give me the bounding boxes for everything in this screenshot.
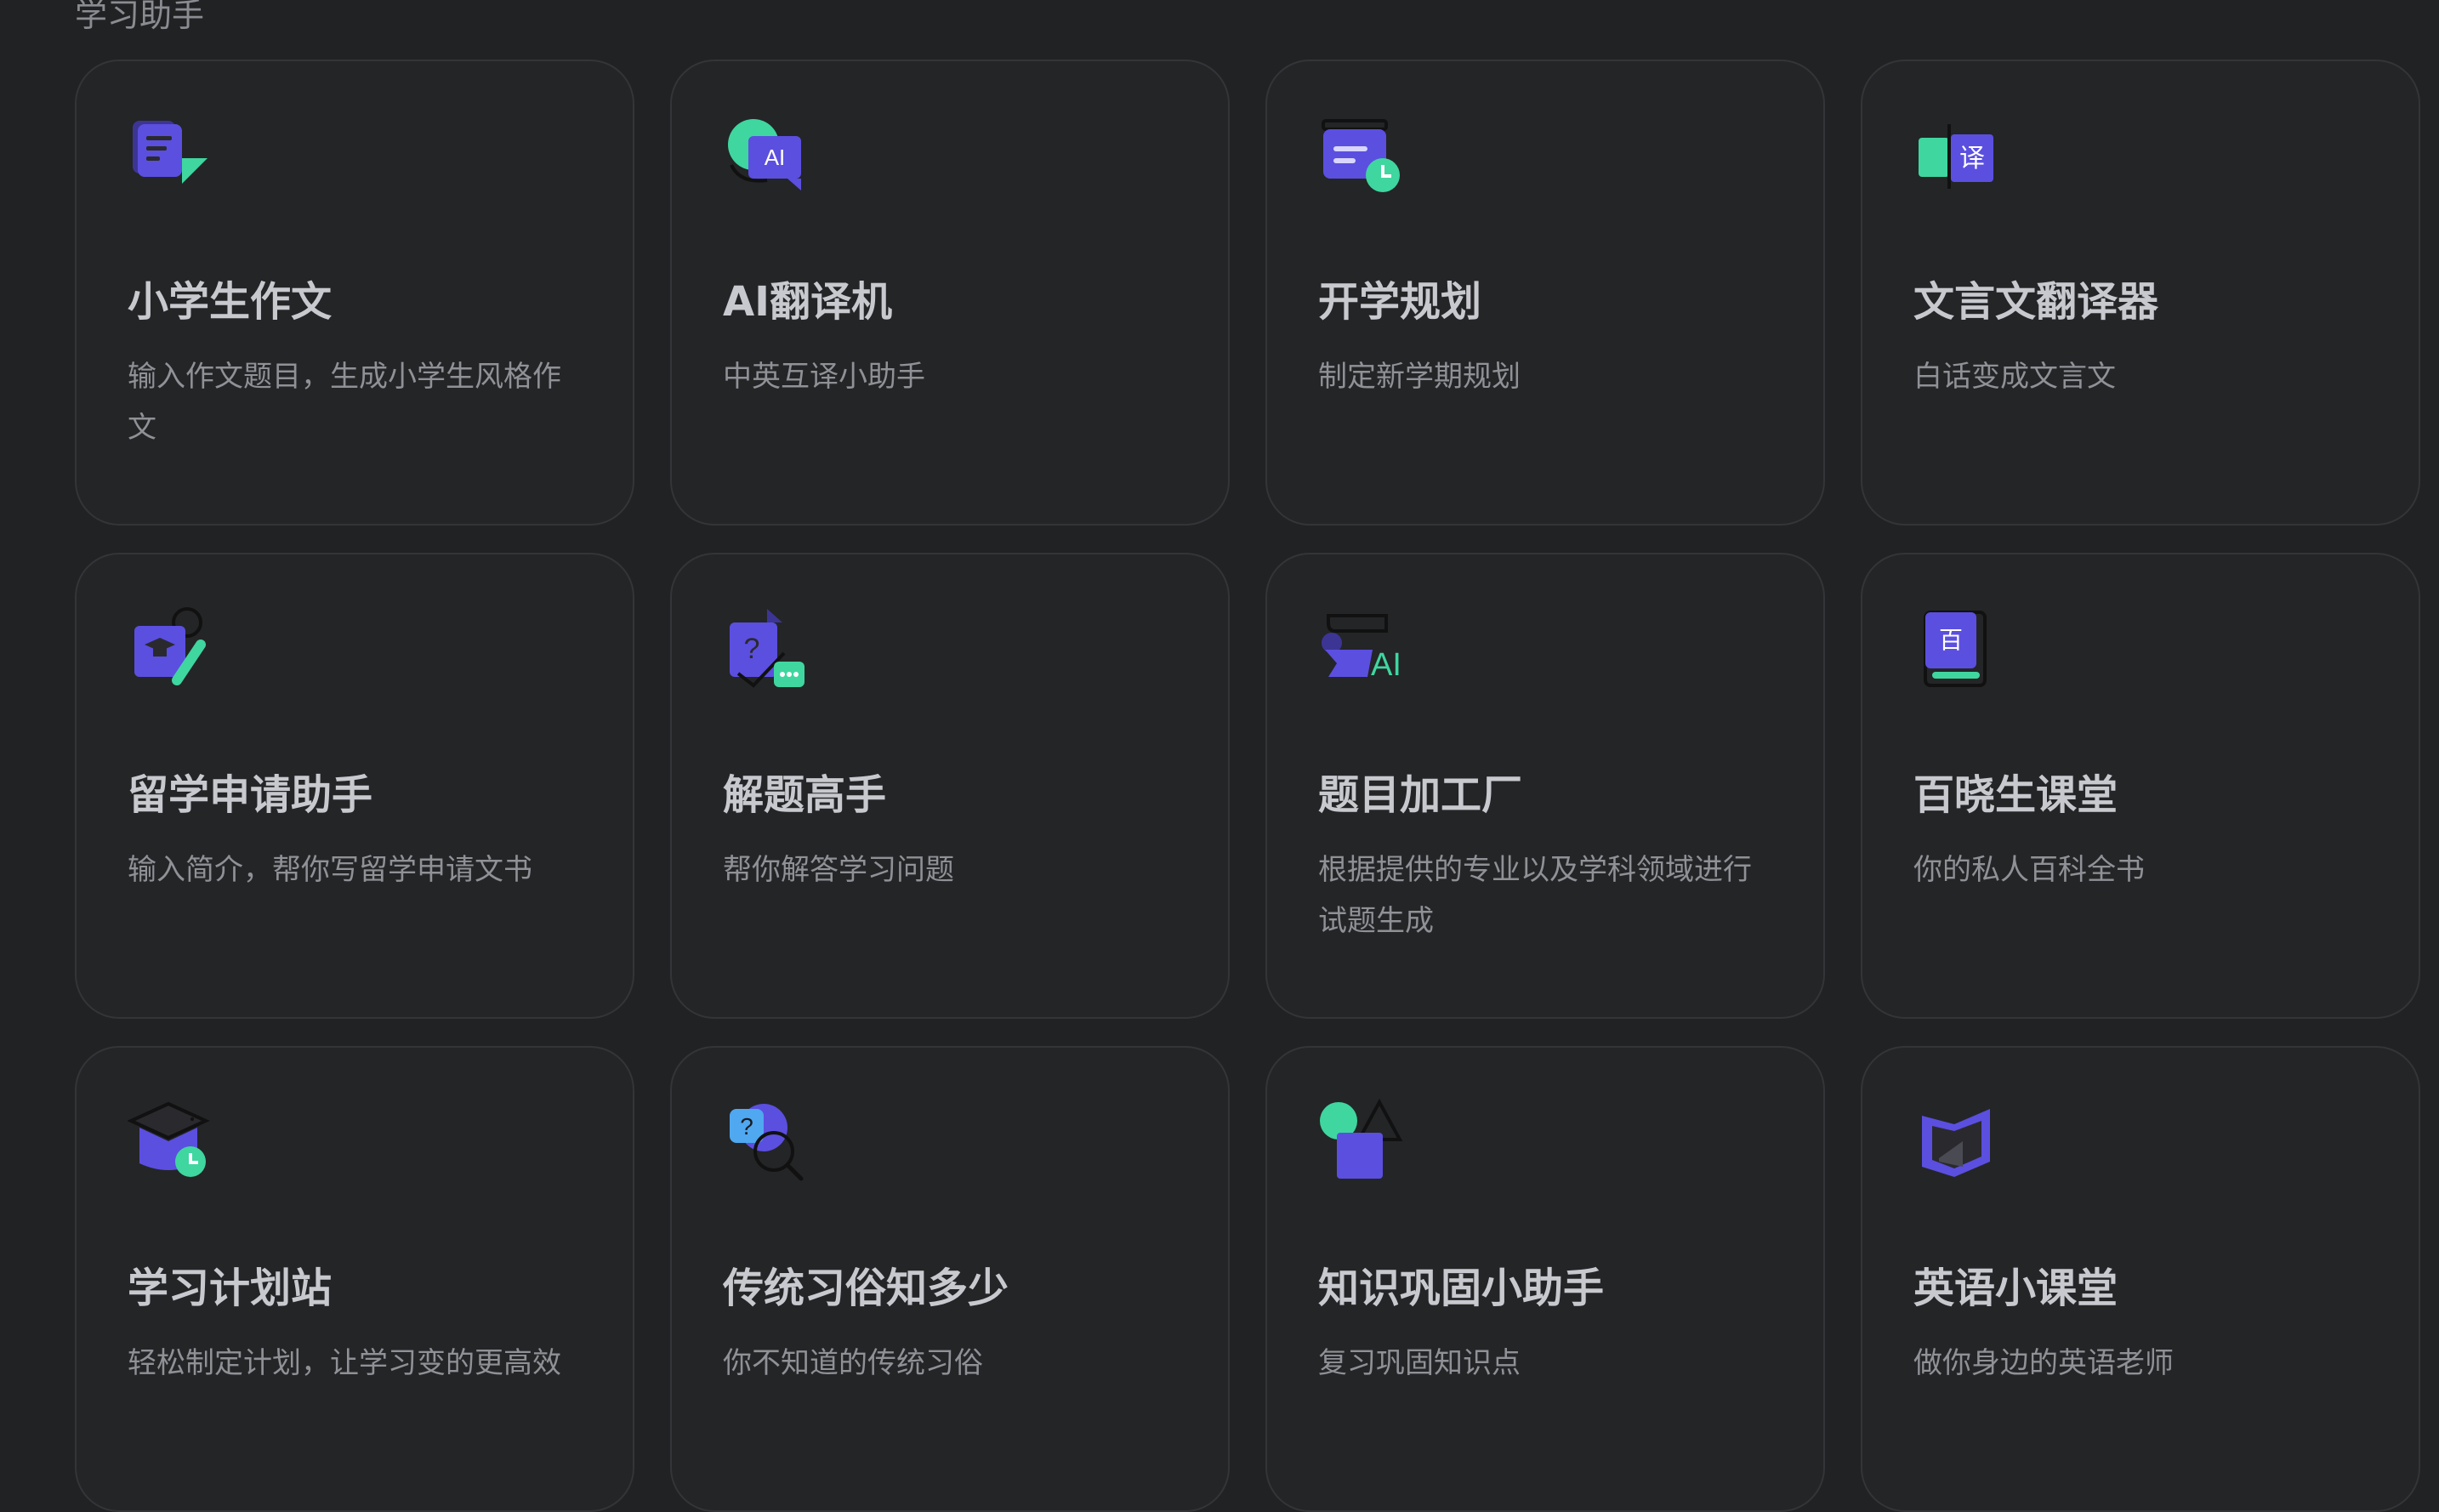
card-study-abroad[interactable]: 留学申请助手 输入简介，帮你写留学申请文书 [75,553,634,1019]
card-title: 开学规划 [1318,278,1482,326]
card-description: 输入作文题目，生成小学生风格作文 [128,360,561,445]
card-title: AI翻译机 [723,278,893,326]
card-description: 轻松制定计划，让学习变的更高效 [128,1346,561,1380]
card-title: 留学申请助手 [128,771,373,819]
tradition-quiz-icon: ? [723,1099,808,1184]
study-abroad-icon [128,605,213,691]
encyclopedia-book-icon: 百 [1913,605,1998,691]
card-description: 复习巩固知识点 [1318,1346,1521,1380]
card-encyclopedia-class[interactable]: 百 百晓生课堂 你的私人百科全书 [1861,553,2420,1019]
card-study-plan[interactable]: 学习计划站 轻松制定计划，让学习变的更高效 [75,1046,634,1512]
card-description: 白话变成文言文 [1913,360,2116,394]
open-book-icon [1913,1099,1998,1184]
card-title: 百晓生课堂 [1913,771,2118,819]
assistant-grid: 小学生作文 输入作文题目，生成小学生风格作文 AI AI翻译机 中英互译小助手 [75,60,2420,1512]
card-description: 制定新学期规划 [1318,360,1521,394]
icon-label: 译 [1959,144,1985,173]
card-description: 帮你解答学习问题 [723,853,954,887]
card-title: 英语小课堂 [1913,1265,2118,1312]
icon-label: ? [744,633,760,665]
icon-label: 百 [1939,626,1963,654]
shapes-knowledge-icon [1318,1099,1403,1184]
card-title: 学习计划站 [128,1265,333,1312]
card-description: 输入简介，帮你写留学申请文书 [128,853,532,887]
card-description: 做你身边的英语老师 [1913,1346,2174,1380]
study-plan-icon [128,1099,213,1184]
essay-icon [128,112,213,197]
card-knowledge-review[interactable]: 知识巩固小助手 复习巩固知识点 [1265,1046,1825,1512]
calendar-plan-icon [1318,112,1403,197]
ai-translate-icon: AI [723,112,808,197]
card-description: 你不知道的传统习俗 [723,1346,983,1380]
card-semester-plan[interactable]: 开学规划 制定新学期规划 [1265,60,1825,526]
question-factory-icon: AI [1318,605,1403,691]
card-title: 传统习俗知多少 [723,1265,1009,1312]
section-title: 学习助手 [75,0,205,34]
card-question-factory[interactable]: AI 题目加工厂 根据提供的专业以及学科领域进行试题生成 [1265,553,1825,1019]
card-ai-translator[interactable]: AI AI翻译机 中英互译小助手 [670,60,1230,526]
card-problem-solver[interactable]: ? 解题高手 帮你解答学习问题 [670,553,1230,1019]
problem-solver-icon: ? [723,605,808,691]
icon-label: ? [740,1113,753,1140]
icon-label: AI [1371,647,1401,683]
card-title: 小学生作文 [128,278,333,326]
classical-translate-icon: 译 [1913,112,1998,197]
card-tradition-quiz[interactable]: ? 传统习俗知多少 你不知道的传统习俗 [670,1046,1230,1512]
card-title: 文言文翻译器 [1913,278,2159,326]
card-title: 知识巩固小助手 [1318,1265,1605,1312]
card-description: 你的私人百科全书 [1913,853,2145,887]
card-classical-translator[interactable]: 译 文言文翻译器 白话变成文言文 [1861,60,2420,526]
card-description: 中英互译小助手 [723,360,925,394]
card-description: 根据提供的专业以及学科领域进行试题生成 [1318,853,1752,938]
card-english-class[interactable]: 英语小课堂 做你身边的英语老师 [1861,1046,2420,1512]
icon-label: AI [765,145,786,170]
card-essay[interactable]: 小学生作文 输入作文题目，生成小学生风格作文 [75,60,634,526]
card-title: 解题高手 [723,771,887,819]
card-title: 题目加工厂 [1318,771,1523,819]
